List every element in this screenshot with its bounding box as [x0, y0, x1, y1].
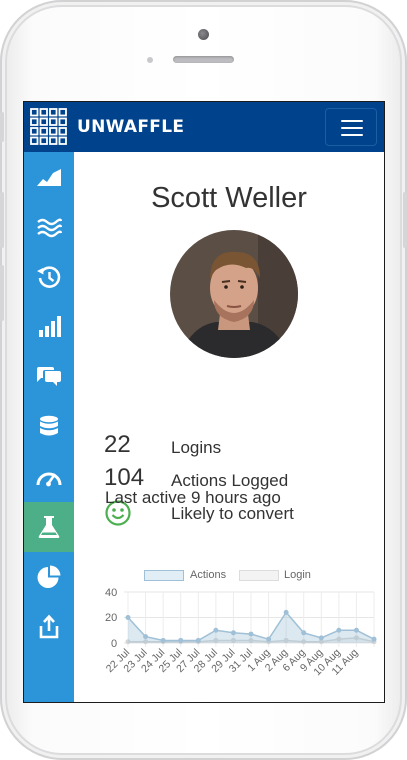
logo-grid-cell — [39, 127, 48, 136]
sidebar-item-history[interactable] — [24, 252, 74, 302]
waffle-logo-icon[interactable] — [30, 108, 68, 146]
sidebar-item-share[interactable] — [24, 602, 74, 652]
chat-bubbles-icon — [37, 367, 61, 386]
top-navbar: UNWAFFLE — [24, 102, 384, 152]
hamburger-icon-bar — [341, 120, 363, 122]
phone-volume-up-button — [0, 192, 4, 248]
pie-chart-icon — [37, 565, 61, 588]
logo-grid-cell — [39, 108, 48, 117]
logo-grid-cell — [49, 117, 58, 126]
logo-grid-cell — [58, 127, 67, 136]
logo-grid-cell — [58, 136, 67, 145]
data-point-actions[interactable] — [318, 635, 324, 641]
chart-plot-area: 22 Jul23 Jul24 Jul25 Jul27 Jul28 Jul29 J… — [104, 591, 377, 678]
logo-grid-cell — [39, 136, 48, 145]
proximity-sensor — [147, 57, 153, 63]
hamburger-menu-button[interactable] — [325, 108, 377, 146]
sidebar-item-area-chart[interactable] — [24, 152, 74, 202]
activity-chart: Actions Login 40 20 0 22 Jul 23 Jul 24 Jul… — [84, 567, 384, 702]
data-point-actions[interactable] — [301, 630, 307, 636]
sidebar-item-experiments[interactable] — [24, 502, 74, 552]
data-point-actions[interactable] — [195, 637, 201, 643]
data-point-actions[interactable] — [125, 615, 131, 620]
flask-icon — [38, 516, 60, 538]
logo-grid-cell — [39, 117, 48, 126]
sidebar-item-speedometer[interactable] — [24, 452, 74, 502]
user-avatar — [170, 230, 298, 358]
logo-grid-cell — [49, 127, 58, 136]
data-point-actions[interactable] — [143, 634, 149, 640]
waves-icon — [37, 218, 62, 238]
logo-grid-cell — [58, 108, 67, 117]
avatar-portrait — [170, 230, 298, 358]
data-point-actions[interactable] — [230, 630, 236, 636]
hamburger-icon-bar — [341, 127, 363, 129]
share-icon — [39, 614, 59, 639]
data-point-actions[interactable] — [178, 637, 184, 643]
sidebar-item-chat[interactable] — [24, 352, 74, 402]
logo-grid-cell — [30, 127, 39, 136]
data-point-actions[interactable] — [213, 627, 219, 633]
earpiece-speaker — [173, 56, 234, 63]
phone-volume-down-button — [0, 265, 4, 321]
sidebar — [24, 152, 74, 702]
data-point-actions[interactable] — [371, 636, 377, 642]
logo-grid-cell — [58, 117, 67, 126]
speedometer-icon — [36, 472, 62, 487]
sidebar-item-database[interactable] — [24, 402, 74, 452]
data-point-actions[interactable] — [283, 609, 289, 615]
profile-panel: Scott Weller 22 Logins 104 Actions Logge… — [74, 152, 384, 702]
front-camera — [198, 29, 209, 40]
logins-count: 22 — [104, 431, 131, 458]
data-point-actions[interactable] — [353, 627, 359, 633]
brand-name[interactable]: UNWAFFLE — [77, 117, 184, 137]
phone-power-button — [403, 192, 407, 248]
user-name-heading: Scott Weller — [151, 182, 307, 214]
logo-grid-cell — [49, 136, 58, 145]
last-active-text: Last active 9 hours ago — [105, 488, 281, 507]
data-point-actions[interactable] — [266, 636, 272, 642]
data-point-actions[interactable] — [160, 637, 166, 643]
data-point-actions[interactable] — [336, 627, 342, 633]
bar-chart-icon — [39, 316, 61, 337]
sidebar-item-bar-chart[interactable] — [24, 302, 74, 352]
logo-grid-cell — [49, 108, 58, 117]
logo-grid-cell — [30, 117, 39, 126]
sidebar-item-waves[interactable] — [24, 202, 74, 252]
logins-label: Logins — [171, 438, 222, 457]
area-chart-icon — [37, 169, 61, 186]
database-icon — [40, 415, 58, 436]
hamburger-icon-bar — [341, 134, 363, 136]
logo-grid-cell — [30, 108, 39, 117]
sidebar-item-pie-chart[interactable] — [24, 552, 74, 602]
history-icon — [37, 266, 61, 288]
phone-screen: UNWAFFLE Scott Weller 22 Logins 104 Acti… — [24, 102, 384, 702]
data-point-actions[interactable] — [248, 631, 254, 637]
logo-grid-cell — [30, 136, 39, 145]
phone-mute-switch — [0, 112, 4, 142]
